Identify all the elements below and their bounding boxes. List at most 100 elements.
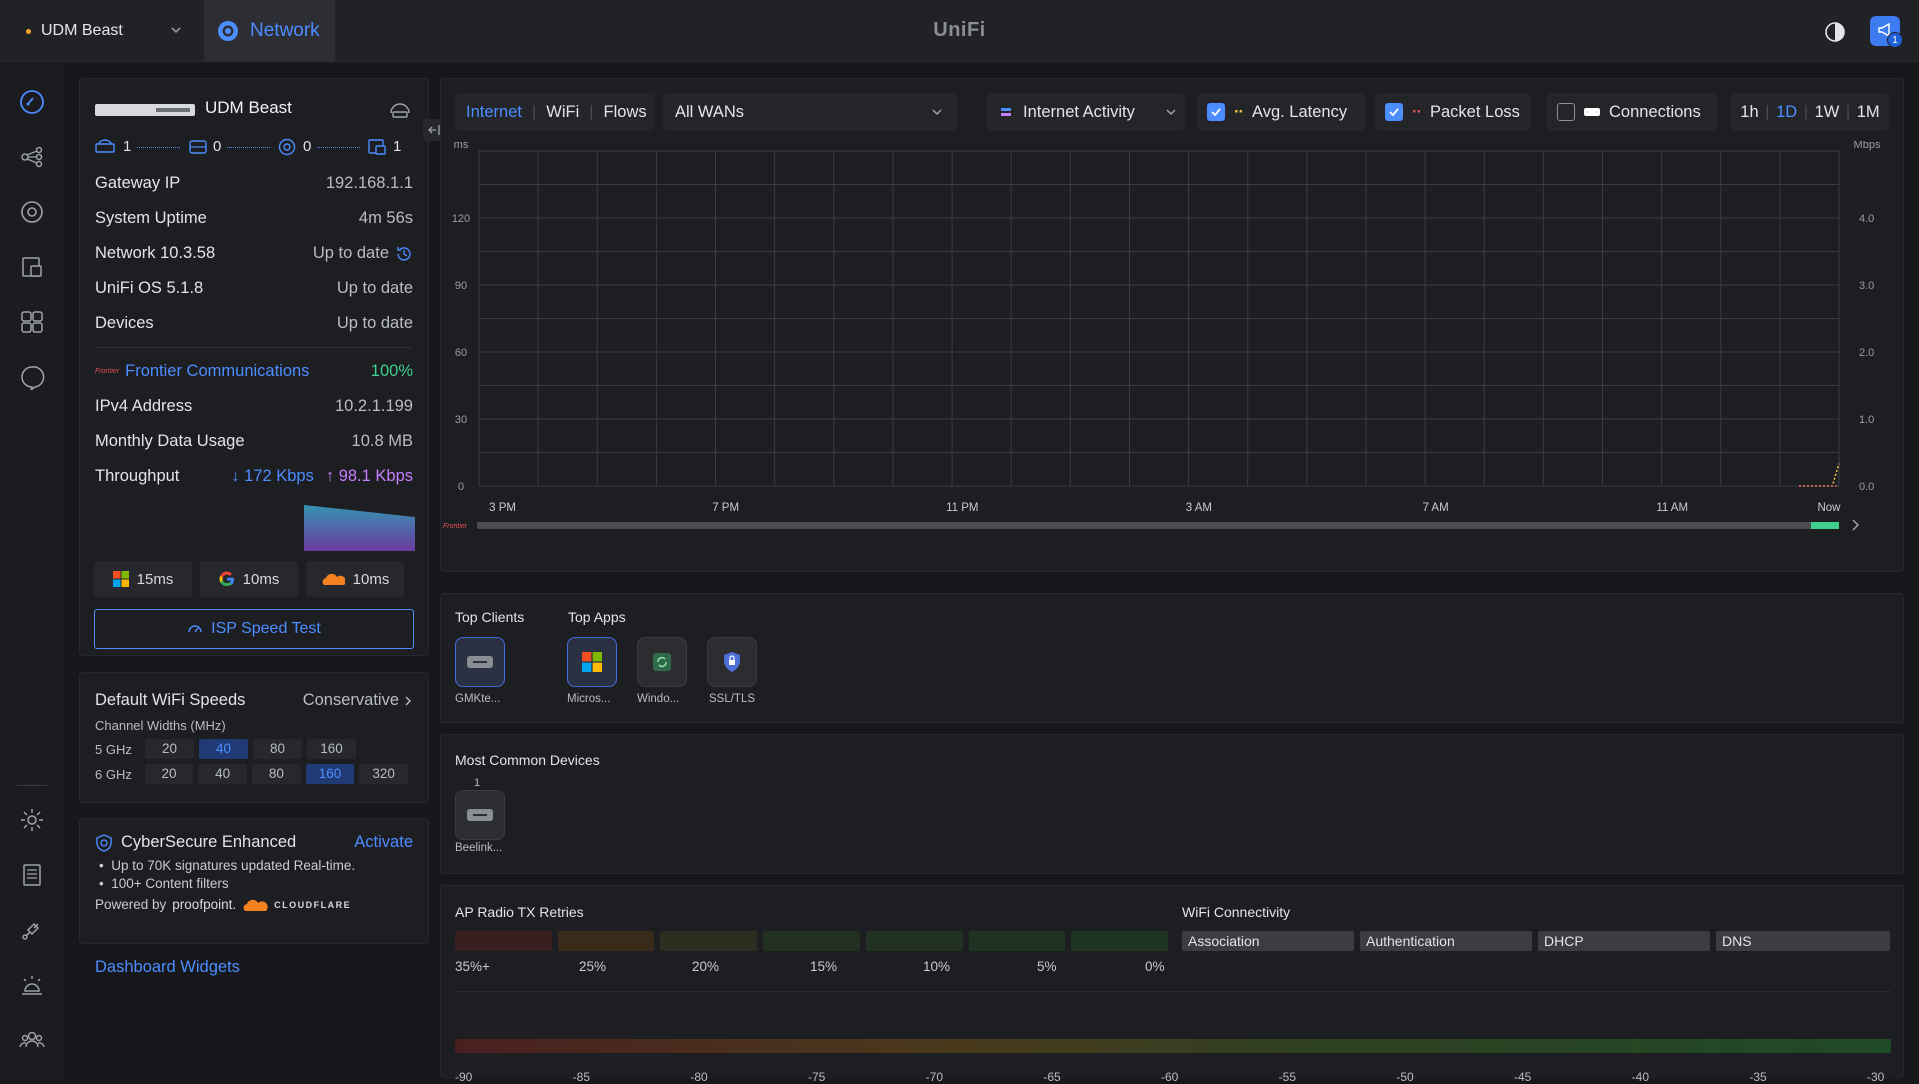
- y-tick-label: 3.0: [1859, 280, 1874, 292]
- network-app-tab[interactable]: Network: [204, 0, 335, 62]
- unifi-devices-icon[interactable]: [19, 199, 45, 225]
- toggle-connections[interactable]: Connections: [1547, 93, 1717, 131]
- retry-bucket: [763, 931, 860, 951]
- x-tick-label: 7 AM: [1422, 502, 1448, 514]
- signal-scale-label: -60: [1161, 1070, 1179, 1084]
- width-option[interactable]: 320: [359, 764, 409, 784]
- width-option[interactable]: 160: [307, 739, 356, 759]
- client-devices-icon[interactable]: [19, 254, 45, 280]
- common-device-label: Beelink...: [455, 842, 503, 854]
- wifi-connectivity-title: WiFi Connectivity: [1182, 904, 1291, 920]
- ap-radio-title: AP Radio TX Retries: [455, 904, 584, 920]
- metric-select[interactable]: Internet Activity: [987, 93, 1185, 131]
- isp-speed-test-button[interactable]: ISP Speed Test: [94, 609, 414, 649]
- app-name: Network: [250, 20, 320, 41]
- stage-association[interactable]: Association: [1182, 931, 1354, 951]
- mini-pc-icon: [467, 809, 493, 821]
- left-axis-unit: ms: [454, 141, 469, 151]
- tab-internet[interactable]: Internet: [466, 103, 522, 122]
- info-row-gateway-ip: Gateway IP 192.168.1.1: [95, 174, 413, 192]
- toggle-avg-latency[interactable]: ·· Avg. Latency: [1197, 93, 1365, 131]
- sidebar: [0, 62, 64, 1079]
- shield-icon: [96, 833, 112, 852]
- stage-authentication[interactable]: Authentication: [1360, 931, 1532, 951]
- top-clients-title: Top Clients: [455, 609, 525, 625]
- top-app-tile-microsoft[interactable]: [567, 637, 617, 687]
- stage-dhcp[interactable]: DHCP: [1538, 931, 1710, 951]
- signal-scale-label: -30: [1867, 1070, 1885, 1084]
- top-bar: UDM Beast Network UniFi 1: [0, 0, 1919, 62]
- range-1m[interactable]: 1M: [1857, 103, 1880, 122]
- most-common-devices-title: Most Common Devices: [455, 752, 600, 768]
- y-tick-label: 30: [455, 414, 467, 426]
- activate-link[interactable]: Activate: [354, 833, 413, 852]
- topology-icon[interactable]: [19, 144, 45, 170]
- stage-dns[interactable]: DNS: [1716, 931, 1890, 951]
- wan-select[interactable]: All WANs: [663, 93, 957, 131]
- top-app-tile-ssl-tls[interactable]: [707, 637, 757, 687]
- gateway-card: UDM Beast 1 0 0 1 Gateway IP 192.168.1.1 …: [79, 78, 445, 656]
- retry-bucket: [1071, 931, 1169, 951]
- x-tick-label: 11 AM: [1656, 502, 1688, 514]
- wan-port-icon: [95, 139, 115, 153]
- signal-scale-label: -40: [1631, 1070, 1649, 1084]
- y-tick-label: 0: [458, 481, 464, 493]
- dashboard-widgets-link[interactable]: Dashboard Widgets: [95, 958, 240, 977]
- microsoft-latency: 15ms: [94, 561, 192, 597]
- width-option[interactable]: 80: [252, 764, 301, 784]
- tab-wifi[interactable]: WiFi: [546, 103, 579, 122]
- cloudflare-latency: 10ms: [306, 561, 404, 597]
- alarm-icon[interactable]: [19, 972, 45, 998]
- isp-name-link[interactable]: Frontier Communications: [125, 362, 309, 381]
- signal-scale-label: -85: [572, 1070, 590, 1084]
- settings-icon[interactable]: [19, 807, 45, 833]
- google-icon: [219, 571, 234, 587]
- wifi-speeds-card: Default WiFi Speeds Conservative Channel…: [79, 672, 429, 803]
- system-log-icon[interactable]: [19, 862, 45, 888]
- width-option[interactable]: 40: [198, 764, 247, 784]
- toggle-packet-loss[interactable]: ·· Packet Loss: [1375, 93, 1531, 131]
- latency-legend-icon: ··: [1234, 102, 1244, 121]
- timeline-healthy-segment: [1811, 522, 1839, 529]
- x-tick-label: Now: [1817, 502, 1841, 514]
- cloudflare-logo-icon: [243, 899, 268, 911]
- top-client-tile[interactable]: [455, 637, 505, 687]
- series-line-avg-latency: [1799, 463, 1840, 487]
- announcements-button[interactable]: 1: [1870, 16, 1903, 48]
- retry-bucket: [557, 931, 655, 951]
- users-icon[interactable]: [19, 1027, 45, 1053]
- dashboard-icon[interactable]: [19, 89, 45, 115]
- y-tick-label: 1.0: [1859, 414, 1874, 426]
- common-device-tile[interactable]: [455, 790, 505, 840]
- update-history-icon[interactable]: [395, 245, 413, 263]
- theme-toggle-icon[interactable]: [1824, 21, 1846, 43]
- tab-flows[interactable]: Flows: [604, 103, 647, 122]
- width-option[interactable]: 80: [253, 739, 302, 759]
- range-1w[interactable]: 1W: [1815, 103, 1840, 122]
- width-option[interactable]: 20: [145, 739, 194, 759]
- gateway-settings-icon[interactable]: [388, 101, 412, 119]
- most-common-devices-panel: Most Common Devices 1 Beelink...: [440, 734, 1904, 874]
- isp-uptime: 100%: [370, 362, 413, 380]
- device-count: 1: [474, 777, 481, 789]
- top-clients-apps-panel: Top Clients Top Apps GMKte... Micros... …: [440, 593, 1904, 723]
- width-option-selected[interactable]: 160: [305, 764, 355, 784]
- top-app-tile-windows-update[interactable]: [637, 637, 687, 687]
- wifi-speeds-mode-link[interactable]: Conservative: [303, 691, 413, 710]
- integrations-icon[interactable]: [19, 917, 45, 943]
- range-1h[interactable]: 1h: [1740, 103, 1758, 122]
- support-chat-icon[interactable]: [19, 364, 45, 390]
- internet-activity-panel: Internet | WiFi | Flows All WANs Interne…: [440, 78, 1904, 572]
- proofpoint-logo: proofpoint.: [172, 897, 237, 912]
- timeline-isp-logo: Frontier: [443, 523, 468, 530]
- width-option-selected[interactable]: 40: [199, 739, 248, 759]
- width-option[interactable]: 20: [144, 764, 194, 784]
- checkbox-checked: [1385, 103, 1403, 121]
- right-axis-unit: Mbps: [1854, 141, 1881, 151]
- y-tick-label: 60: [455, 347, 467, 359]
- range-1d[interactable]: 1D: [1776, 103, 1797, 122]
- microsoft-icon: [112, 571, 129, 587]
- site-selector[interactable]: UDM Beast: [0, 0, 200, 62]
- divider: [455, 991, 1891, 992]
- insights-icon[interactable]: [19, 309, 45, 335]
